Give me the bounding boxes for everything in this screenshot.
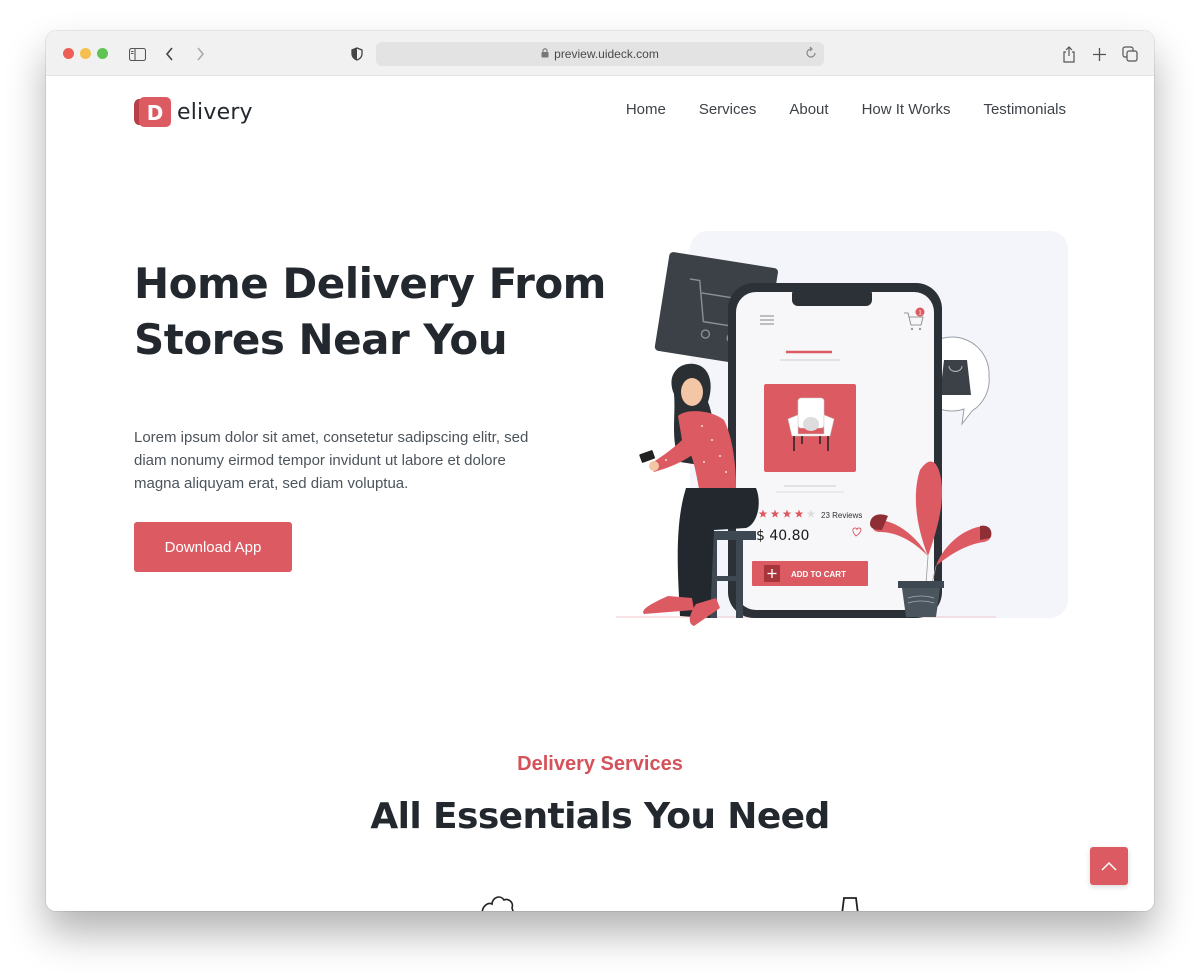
logo-text: elivery [177,99,253,125]
phone-mockup: 1 23 Reviews $ 40.80 ADD TO CART [728,283,942,618]
back-icon[interactable] [159,43,181,65]
hero-title-bold: Home Delivery [134,259,475,308]
sidebar-toggle-icon[interactable] [126,43,148,65]
logo[interactable]: D elivery [133,96,253,128]
close-window-button[interactable] [63,48,74,59]
hero-illustration: 1 23 Reviews $ 40.80 ADD TO CART [616,226,1068,631]
nav-link-testimonials[interactable]: Testimonials [983,101,1066,118]
hero-title: Home Delivery From Stores Near You [134,256,606,368]
lock-icon [541,47,549,61]
hero-title-line2: Stores Near You [134,315,508,364]
url-text: preview.uideck.com [554,47,659,61]
share-icon[interactable] [1058,43,1080,65]
maximize-window-button[interactable] [97,48,108,59]
address-bar[interactable]: preview.uideck.com [376,42,824,66]
service-icon-3 [838,896,862,911]
download-app-button[interactable]: Download App [134,522,292,572]
browser-window: preview.uideck.com D elivery Home Servic… [46,31,1154,911]
nav-link-home[interactable]: Home [626,101,666,118]
hero-description: Lorem ipsum dolor sit amet, consetetur s… [134,429,529,492]
scroll-to-top-button[interactable] [1090,847,1128,885]
nav-link-services[interactable]: Services [699,101,757,118]
new-tab-icon[interactable] [1088,43,1110,65]
add-to-cart-button: ADD TO CART [752,561,868,586]
shield-icon[interactable] [346,43,368,65]
hero-title-rest: From [474,259,607,308]
reviews-count: 23 Reviews [821,511,862,520]
nav-link-how-it-works[interactable]: How It Works [862,101,951,118]
forward-icon[interactable] [189,43,211,65]
tabs-overview-icon[interactable] [1119,43,1141,65]
logo-letter: D [147,101,164,125]
service-icon-1 [196,906,226,911]
section-title: All Essentials You Need [370,796,830,837]
main-nav: Home Services About How It Works Testimo… [626,101,1066,118]
web-page: D elivery Home Services About How It Wor… [46,76,1154,911]
reload-icon[interactable] [804,46,818,63]
section-tag: Delivery Services [517,753,683,775]
minimize-window-button[interactable] [80,48,91,59]
add-to-cart-label: ADD TO CART [791,570,846,579]
chevron-up-icon [1101,859,1117,874]
logo-icon: D [133,96,173,128]
product-price: $ 40.80 [756,528,809,544]
service-icon-2 [478,894,518,911]
nav-link-about[interactable]: About [789,101,828,118]
browser-toolbar: preview.uideck.com [46,31,1154,76]
